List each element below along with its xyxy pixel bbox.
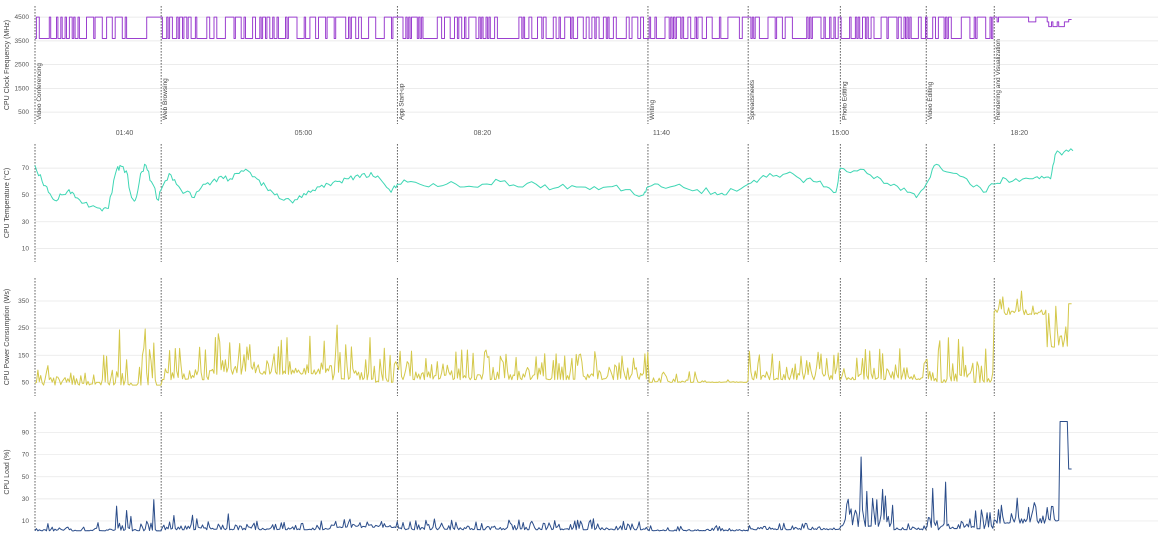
y-tick-label: 10 — [22, 246, 30, 253]
phase-label: Rendering and Visualization — [995, 39, 1002, 120]
x-tick-label: 08:20 — [474, 130, 492, 137]
y-tick-label: 4500 — [15, 14, 30, 21]
x-tick-label: 05:00 — [295, 130, 313, 137]
cpu-dashboard-chart: 500 1500 2500 3500 4500 CPU Clock Frequency (… — [0, 0, 1169, 540]
y-tick-label: 10 — [22, 518, 30, 525]
phase-label: Photo Editing — [841, 81, 848, 120]
y-tick-label: 50 — [22, 192, 30, 199]
phase-label: Video Conferencing — [36, 63, 43, 120]
y-tick-label: 90 — [22, 430, 30, 437]
x-tick-label: 11:40 — [653, 130, 670, 137]
series-line — [34, 290, 1072, 386]
series-line — [34, 148, 1074, 212]
series-line — [35, 16, 1072, 39]
y-tick-label: 2500 — [15, 62, 30, 69]
y-axis-label: CPU Clock Frequency (MHz) — [4, 20, 11, 110]
phase-label: Video Editing — [927, 81, 934, 120]
y-tick-label: 1500 — [15, 85, 30, 92]
y-tick-label: 70 — [22, 452, 30, 459]
y-tick-label: 500 — [18, 109, 29, 116]
phase-label: Spreadsheets — [749, 79, 756, 120]
y-axis-label: CPU Temperature (°C) — [3, 168, 11, 238]
cpu-metrics-svg: 500 1500 2500 3500 4500 CPU Clock Frequency (… — [3, 6, 1158, 532]
y-tick-label: 30 — [22, 496, 30, 503]
phase-label: App Start-up — [398, 83, 405, 120]
phase-label: Writing — [649, 100, 656, 120]
x-tick-label: 15:00 — [832, 130, 850, 137]
x-tick-label: 18:20 — [1011, 130, 1029, 137]
y-axis-label: CPU Power Consumption (Ws) — [4, 289, 11, 385]
phase-label: Web Browsing — [162, 78, 169, 120]
y-axis-label: CPU Load (%) — [4, 449, 11, 494]
y-tick-label: 30 — [22, 219, 30, 226]
y-tick-label: 70 — [22, 165, 30, 172]
series-line — [34, 421, 1072, 532]
y-tick-label: 50 — [22, 379, 30, 386]
y-tick-label: 350 — [18, 298, 29, 305]
y-tick-label: 3500 — [15, 38, 30, 45]
y-tick-label: 250 — [18, 325, 29, 332]
y-tick-label: 50 — [22, 474, 30, 481]
y-tick-label: 150 — [18, 352, 29, 359]
x-tick-label: 01:40 — [116, 130, 134, 137]
